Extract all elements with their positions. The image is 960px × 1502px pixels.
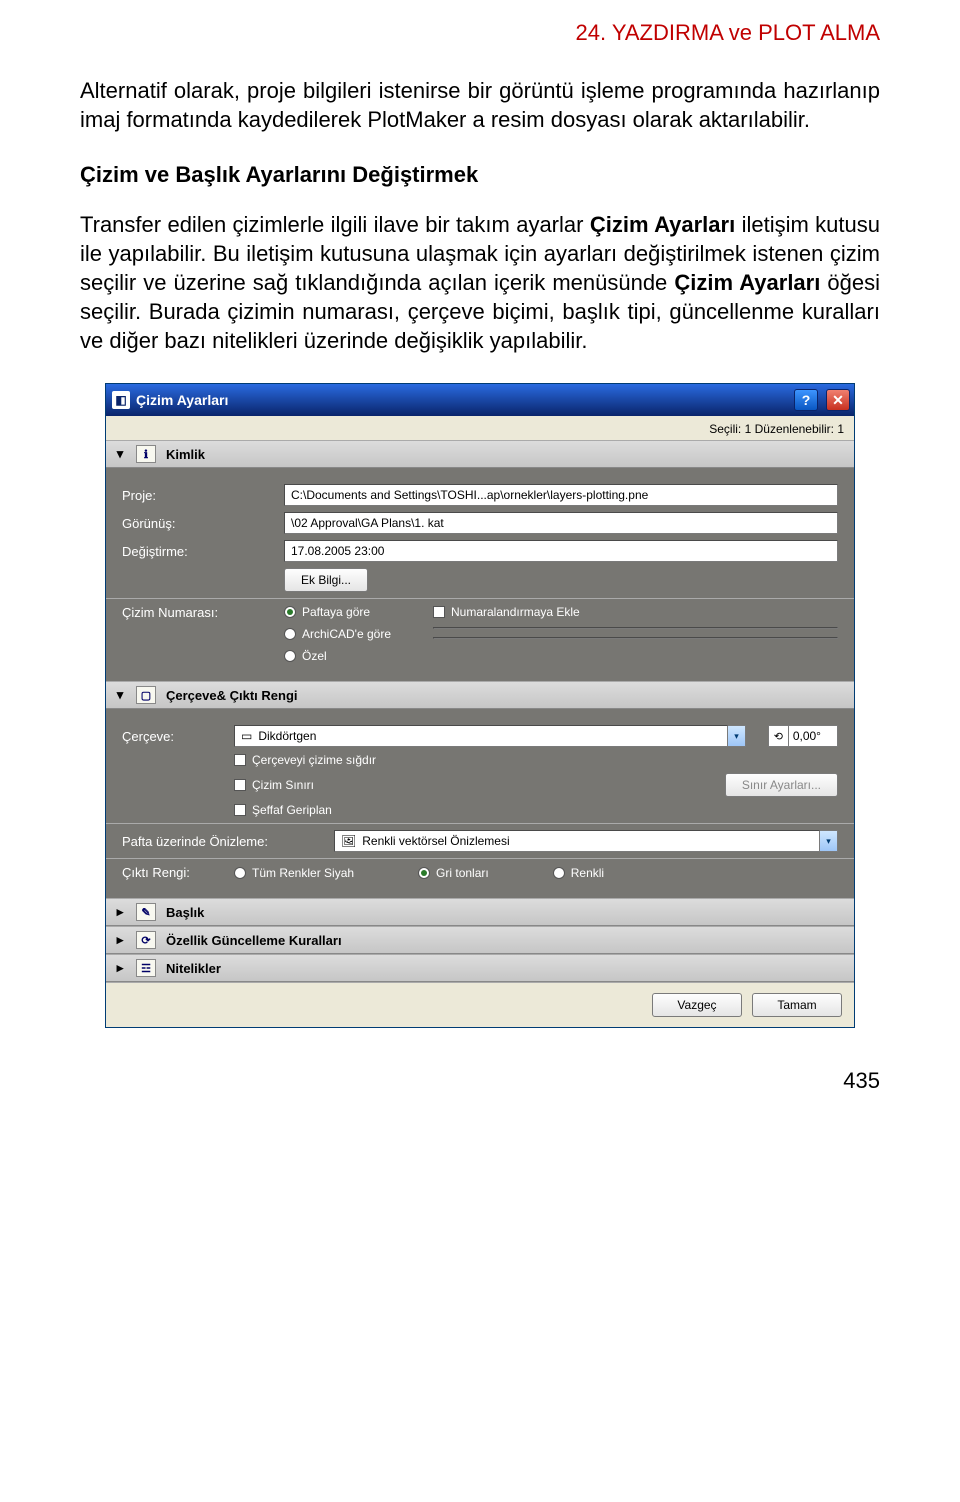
gorunus-field[interactable]: \02 Approval\GA Plans\1. kat [284, 512, 838, 534]
cerceve-combo[interactable]: ▭Dikdörtgen ▾ [234, 725, 746, 747]
archicad-number-field[interactable] [433, 627, 838, 629]
titlebar[interactable]: ◧ Çizim Ayarları ? ✕ [106, 384, 854, 416]
frame-icon: ▢ [136, 686, 156, 704]
check-seffaf[interactable]: ✓Şeffaf Geriplan [234, 803, 332, 817]
chevron-down-icon: ▾ [820, 830, 838, 852]
chevron-right-icon: ▸ [114, 960, 126, 976]
section-head-kimlik[interactable]: ▾ ℹ Kimlik [106, 440, 854, 468]
p2-a: Transfer edilen çizimlerle ilgili ilave … [80, 212, 590, 237]
info-icon: ℹ [136, 445, 156, 463]
rotation-field[interactable]: ⟲ 0,00° [768, 725, 838, 747]
check-numaralandirma[interactable]: ✓Numaralandırmaya Ekle [433, 605, 838, 619]
section-head-cerceve[interactable]: ▾ ▢ Çerçeve& Çıktı Rengi [106, 681, 854, 709]
dialog-title: Çizim Ayarları [136, 392, 228, 408]
radio-pafta[interactable]: Paftaya göre [284, 605, 391, 619]
close-button[interactable]: ✕ [826, 389, 850, 411]
proje-field[interactable]: C:\Documents and Settings\TOSHI...ap\orn… [284, 484, 838, 506]
section-body-cerceve: Çerçeve: ▭Dikdörtgen ▾ ⟲ 0,00° Çerçeveyi… [106, 709, 854, 898]
section-title-kimlik: Kimlik [166, 447, 205, 462]
cerceve-label: Çerçeve: [122, 729, 222, 744]
title-icon: ✎ [136, 903, 156, 921]
section-head-nitelik[interactable]: ▸ ☲ Nitelikler [106, 954, 854, 982]
section-body-kimlik: Proje: C:\Documents and Settings\TOSHI..… [106, 468, 854, 681]
check-sigdir[interactable]: Çerçeveyi çizime sığdır [234, 753, 376, 767]
paragraph-2: Transfer edilen çizimlerle ilgili ilave … [80, 210, 880, 355]
app-icon: ◧ [112, 391, 130, 409]
section-title-nitelik: Nitelikler [166, 961, 221, 976]
chevron-down-icon: ▾ [114, 446, 126, 462]
radio-gri[interactable]: Gri tonları [418, 866, 489, 880]
chevron-right-icon: ▸ [114, 932, 126, 948]
update-rules-icon: ⟳ [136, 931, 156, 949]
page-number: 435 [80, 1028, 880, 1094]
help-button[interactable]: ? [794, 389, 818, 411]
radio-siyah[interactable]: Tüm Renkler Siyah [234, 866, 354, 880]
chevron-right-icon: ▸ [114, 904, 126, 920]
selection-status: Seçili: 1 Düzenlenebilir: 1 [106, 416, 854, 440]
radio-renkli[interactable]: Renkli [553, 866, 604, 880]
ok-button[interactable]: Tamam [752, 993, 842, 1017]
dialog-footer: Vazgeç Tamam [106, 982, 854, 1027]
section-subhead: Çizim ve Başlık Ayarlarını Değiştirmek [80, 162, 880, 188]
cikti-rengi-label: Çıktı Rengi: [122, 865, 222, 880]
radio-ozel[interactable]: Özel [284, 649, 391, 663]
extra-info-button[interactable]: Ek Bilgi... [284, 568, 368, 592]
chevron-down-icon: ▾ [728, 725, 746, 747]
onizleme-label: Pafta üzerinde Önizleme: [122, 834, 322, 849]
cizim-no-label: Çizim Numarası: [122, 605, 272, 620]
gorunus-label: Görünüş: [122, 516, 272, 531]
section-head-ozellik[interactable]: ▸ ⟳ Özellik Güncelleme Kuralları [106, 926, 854, 954]
check-sinir[interactable]: Çizim Sınırı [234, 778, 314, 792]
drawing-settings-dialog: ◧ Çizim Ayarları ? ✕ Seçili: 1 Düzenlene… [105, 383, 855, 1028]
section-title-cerceve: Çerçeve& Çıktı Rengi [166, 688, 298, 703]
chapter-header: 24. YAZDIRMA ve PLOT ALMA [80, 0, 880, 76]
chevron-down-icon: ▾ [114, 687, 126, 703]
proje-label: Proje: [122, 488, 272, 503]
section-title-baslik: Başlık [166, 905, 204, 920]
degistirme-label: Değiştirme: [122, 544, 272, 559]
p2-b: Çizim Ayarları [590, 212, 735, 237]
cancel-button[interactable]: Vazgeç [652, 993, 742, 1017]
section-head-baslik[interactable]: ▸ ✎ Başlık [106, 898, 854, 926]
ozel-number-field[interactable] [433, 637, 838, 639]
sinir-ayarlari-button[interactable]: Sınır Ayarları... [725, 773, 838, 797]
onizleme-combo[interactable]: 🖼Renkli vektörsel Önizlemesi ▾ [334, 830, 838, 852]
paragraph-1: Alternatif olarak, proje bilgileri isten… [80, 76, 880, 134]
angle-icon: ⟲ [768, 725, 789, 747]
attributes-icon: ☲ [136, 959, 156, 977]
p2-d: Çizim Ayarları [674, 270, 820, 295]
radio-archicad[interactable]: ArchiCAD'e göre [284, 627, 391, 641]
section-title-ozellik: Özellik Güncelleme Kuralları [166, 933, 342, 948]
degistirme-field: 17.08.2005 23:00 [284, 540, 838, 562]
